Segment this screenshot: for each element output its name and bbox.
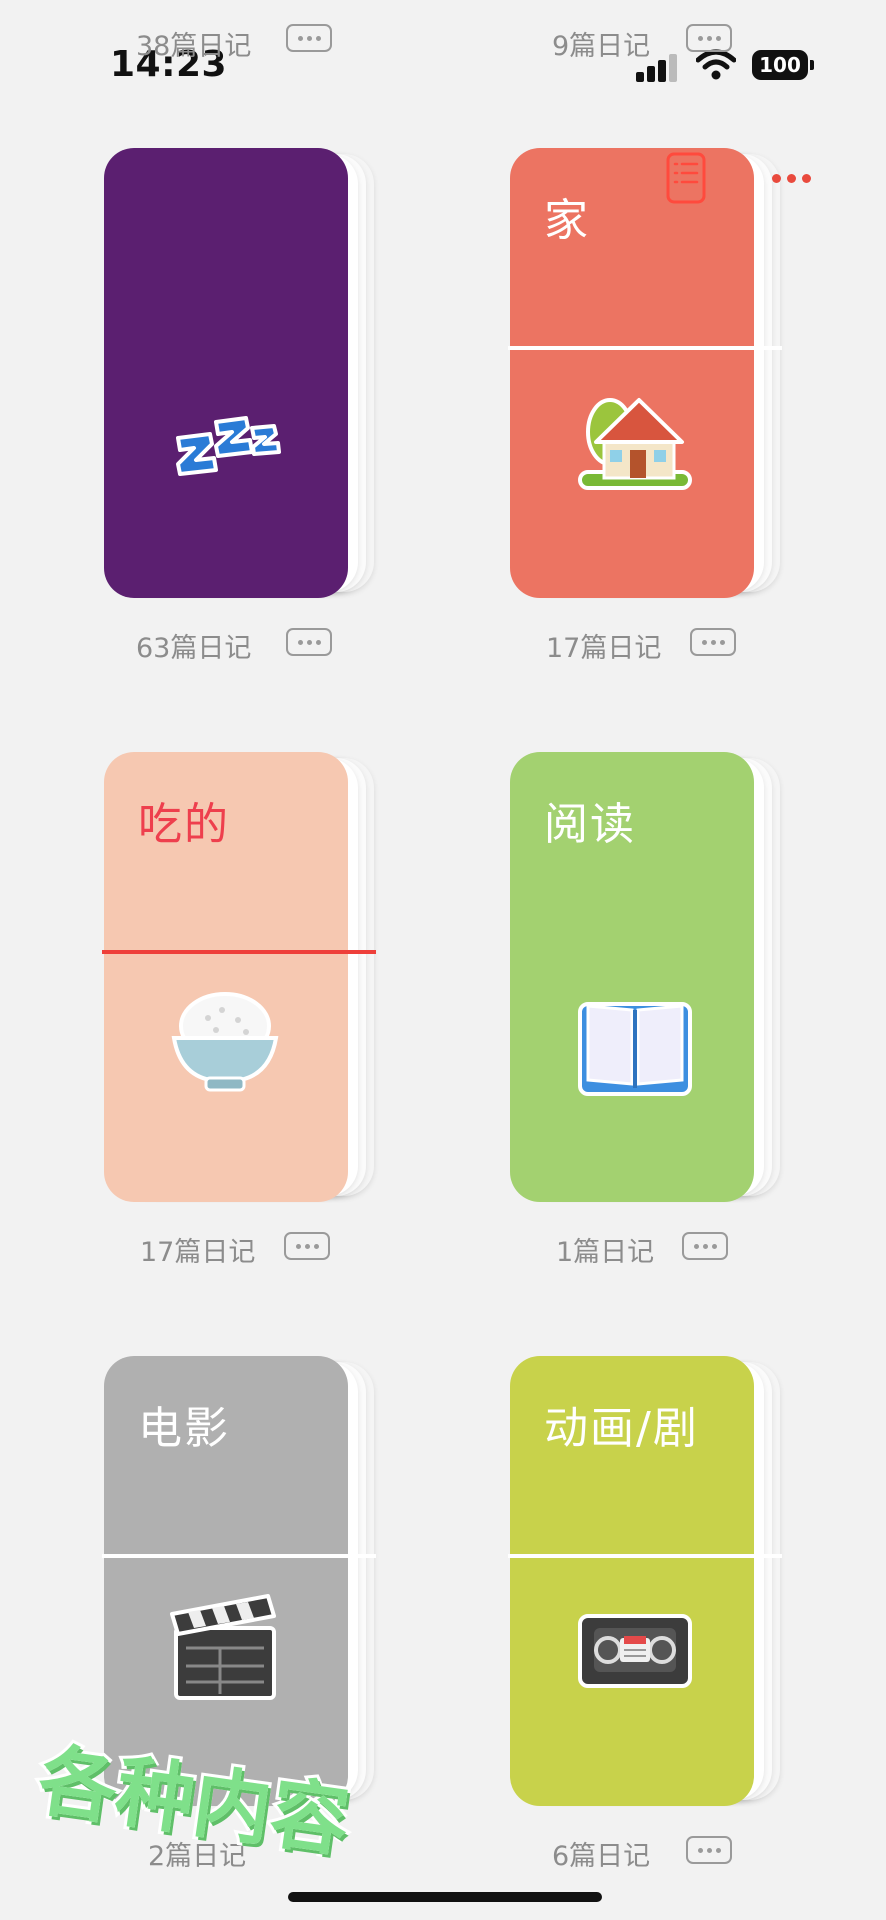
- notebook-title: 电影: [138, 1403, 230, 1454]
- notebook-card[interactable]: 家: [508, 148, 782, 598]
- notebook-list-icon: [666, 152, 706, 204]
- notebook-title: 吃的: [138, 799, 230, 850]
- notebook-count: 17篇日记: [140, 1237, 256, 1268]
- notebook-card[interactable]: 阅读: [510, 752, 780, 1202]
- more-button[interactable]: [690, 628, 736, 656]
- rice-bowl-icon: [171, 992, 279, 1092]
- more-button[interactable]: [286, 628, 332, 656]
- notebook-cover: 家: [510, 148, 754, 598]
- notebook-cover: 吃的: [104, 752, 348, 1202]
- videocassette-icon: [578, 1614, 692, 1688]
- zzz-icon: [176, 416, 281, 476]
- notebook-cover: 动画/剧: [510, 1356, 754, 1806]
- notebook-count: 63篇日记: [136, 633, 252, 664]
- more-button[interactable]: [682, 1232, 728, 1260]
- notebook-title: 阅读: [544, 799, 636, 850]
- battery-indicator: 100: [752, 50, 814, 80]
- more-button[interactable]: [284, 1232, 330, 1260]
- wifi-icon: [696, 49, 736, 80]
- notebook-count: 9篇日记: [552, 31, 651, 62]
- notebook-cover: 阅读: [510, 752, 754, 1202]
- notebook-cover: [104, 148, 348, 598]
- notebook-card[interactable]: 吃的: [102, 752, 376, 1202]
- more-button[interactable]: [686, 1836, 732, 1864]
- open-book-icon: [578, 1002, 692, 1096]
- house-icon: [578, 398, 692, 490]
- clapperboard-icon: [170, 1594, 276, 1700]
- more-button[interactable]: [686, 24, 732, 52]
- notebook-count: 17篇日记: [546, 633, 662, 664]
- notebook-count: 1篇日记: [556, 1237, 655, 1268]
- notebook-title: 动画/剧: [544, 1403, 699, 1454]
- more-button[interactable]: [286, 24, 332, 52]
- notebook-card[interactable]: 动画/剧: [508, 1356, 782, 1806]
- notebook-count: 38篇日记: [136, 31, 252, 62]
- notebook-title: 家: [544, 195, 590, 246]
- more-options-icon[interactable]: [772, 174, 818, 184]
- notebook-card[interactable]: [104, 148, 374, 598]
- home-indicator[interactable]: [288, 1892, 602, 1902]
- notebook-count: 6篇日记: [552, 1841, 651, 1872]
